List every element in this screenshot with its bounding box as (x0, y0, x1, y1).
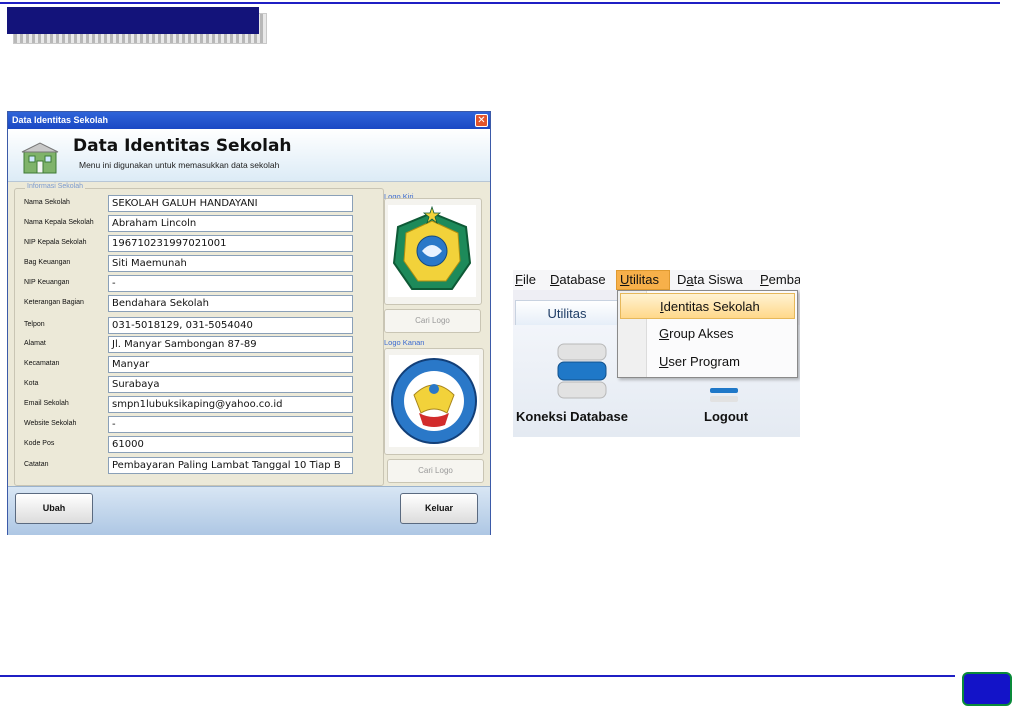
nama-kepala-sekolah-input[interactable]: Abraham Lincoln (108, 215, 353, 232)
logo-kiri-frame (384, 198, 482, 305)
form-row: Keterangan Bagian Bendahara Sekolah (15, 295, 383, 313)
website-sekolah-input[interactable]: - (108, 416, 353, 433)
form-row: Nama Sekolah SEKOLAH GALUH HANDAYANI (15, 195, 383, 213)
field-label: Keterangan Bagian (24, 299, 84, 306)
field-label: NIP Kepala Sekolah (24, 239, 87, 246)
keluar-button[interactable]: Keluar (400, 493, 478, 524)
tab-utilitas[interactable]: Utilitas (515, 300, 619, 325)
kode-pos-input[interactable]: 61000 (108, 436, 353, 453)
tut-wuri-handayani-emblem-icon (391, 358, 477, 444)
data-identitas-window: Data Identitas Sekolah ✕ Data Identitas … (7, 111, 491, 535)
menu-data-siswa[interactable]: Data Siswa (677, 272, 743, 287)
form-row: Bag Keuangan Siti Maemunah (15, 255, 383, 273)
menu-item-identitas-sekolah[interactable]: Identitas Sekolah (620, 293, 795, 319)
menu-screenshot: File Database Utilitas Data Siswa Pemba … (513, 270, 800, 437)
utilitas-dropdown: Identitas Sekolah Group Akses User Progr… (617, 290, 798, 378)
form-row: NIP Keuangan - (15, 275, 383, 293)
field-label: Nama Kepala Sekolah (24, 219, 94, 226)
field-label: Kecamatan (24, 360, 60, 367)
logout-label[interactable]: Logout (704, 409, 748, 424)
field-label: Website Sekolah (24, 420, 77, 427)
nama-sekolah-input[interactable]: SEKOLAH GALUH HANDAYANI (108, 195, 353, 212)
group-legend: Informasi Sekolah (25, 183, 86, 190)
kota-input[interactable]: Surabaya (108, 376, 353, 393)
form-row: Nama Kepala Sekolah Abraham Lincoln (15, 215, 383, 233)
field-label: Bag Keuangan (24, 259, 71, 266)
form-row: Kode Pos 61000 (15, 436, 383, 454)
menu-utilitas[interactable]: Utilitas (620, 272, 659, 287)
ubah-button[interactable]: Ubah (15, 493, 93, 524)
nip-keuangan-input[interactable]: - (108, 275, 353, 292)
menu-database[interactable]: Database (550, 272, 606, 287)
menu-file[interactable]: File (515, 272, 536, 287)
menu-item-group-akses[interactable]: Group Akses (620, 321, 795, 347)
header-title: Data Identitas Sekolah (73, 136, 292, 156)
form-row: Alamat Jl. Manyar Sambongan 87-89 (15, 336, 383, 354)
top-divider (0, 2, 1000, 4)
kecamatan-input[interactable]: Manyar (108, 356, 353, 373)
form-row: NIP Kepala Sekolah 196710231997021001 (15, 235, 383, 253)
window-header: Data Identitas Sekolah Menu ini digunaka… (8, 129, 490, 182)
cari-logo-kanan-button[interactable]: Cari Logo (387, 459, 484, 483)
cari-logo-kiri-button[interactable]: Cari Logo (384, 309, 481, 333)
catatan-input[interactable]: Pembayaran Paling Lambat Tanggal 10 Tiap… (108, 457, 353, 474)
koneksi-database-label[interactable]: Koneksi Database (516, 409, 628, 424)
logo-kiri-image (388, 205, 476, 297)
field-label: NIP Keuangan (24, 279, 70, 286)
form-row: Email Sekolah smpn1lubuksikaping@yahoo.c… (15, 396, 383, 414)
field-label: Kode Pos (24, 440, 55, 447)
logo-kanan-label: Logo Kanan (384, 338, 425, 347)
logo-kanan-frame (384, 348, 484, 455)
window-title: Data Identitas Sekolah (8, 112, 490, 129)
logout-icon[interactable] (708, 380, 740, 404)
email-sekolah-input[interactable]: smpn1lubuksikaping@yahoo.co.id (108, 396, 353, 413)
school-building-icon (21, 142, 59, 174)
bottom-divider (0, 675, 955, 677)
alamat-input[interactable]: Jl. Manyar Sambongan 87-89 (108, 336, 353, 353)
menu-bar: File Database Utilitas Data Siswa Pemba (513, 270, 800, 290)
form-row: Telpon 031-5018129, 031-5054040 (15, 317, 383, 335)
field-label: Email Sekolah (24, 400, 69, 407)
menu-pembayaran[interactable]: Pemba (760, 272, 800, 287)
field-label: Telpon (24, 321, 45, 328)
keterangan-bagian-input[interactable]: Bendahara Sekolah (108, 295, 353, 312)
page-nav-button[interactable] (962, 672, 1012, 706)
menu-item-user-program[interactable]: User Program (620, 349, 795, 375)
field-label: Catatan (24, 461, 49, 468)
informasi-sekolah-group: Informasi Sekolah Nama Sekolah SEKOLAH G… (14, 183, 384, 486)
slide-title-bar (7, 7, 259, 34)
field-label: Nama Sekolah (24, 199, 70, 206)
field-label: Alamat (24, 340, 46, 347)
form-row: Kota Surabaya (15, 376, 383, 394)
header-subtitle: Menu ini digunakan untuk memasukkan data… (79, 160, 280, 170)
telpon-input[interactable]: 031-5018129, 031-5054040 (108, 317, 353, 334)
regional-emblem-icon (392, 205, 472, 290)
form-row: Website Sekolah - (15, 416, 383, 434)
logo-kanan-image (389, 355, 479, 447)
form-row: Kecamatan Manyar (15, 356, 383, 374)
bag-keuangan-input[interactable]: Siti Maemunah (108, 255, 353, 272)
nip-kepala-sekolah-input[interactable]: 196710231997021001 (108, 235, 353, 252)
database-connection-icon[interactable] (556, 342, 608, 400)
window-footer: Ubah Keluar (8, 486, 490, 535)
field-label: Kota (24, 380, 39, 387)
close-icon[interactable]: ✕ (475, 114, 488, 127)
form-row: Catatan Pembayaran Paling Lambat Tanggal… (15, 457, 383, 475)
